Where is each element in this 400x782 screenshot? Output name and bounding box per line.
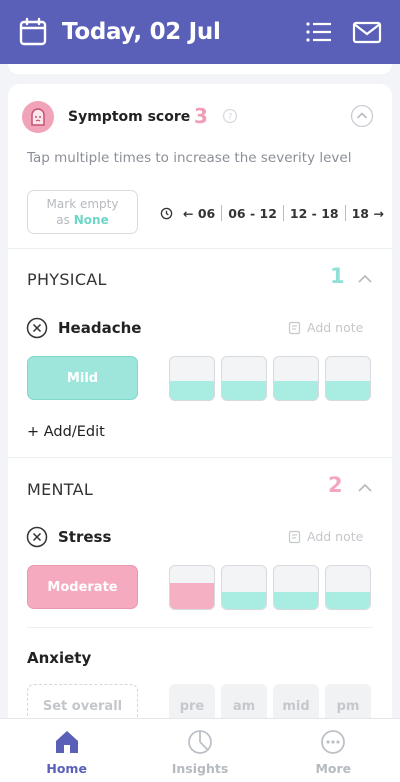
- mark-empty-button[interactable]: Mark empty as None: [27, 190, 138, 234]
- physical-section-title: PHYSICAL: [27, 270, 107, 289]
- symptom-score-title: Symptom score: [68, 109, 191, 125]
- stress-slot-0[interactable]: [169, 565, 215, 610]
- headache-severity-button[interactable]: Mild: [27, 356, 138, 400]
- time-range-selector: ← 06 06 - 12 12 - 18 18 →: [160, 205, 390, 221]
- tab-label: Home: [46, 761, 87, 776]
- severity-fill: [222, 591, 266, 609]
- mail-icon[interactable]: [352, 17, 382, 47]
- headache-slot-2[interactable]: [273, 356, 319, 401]
- insights-icon: [188, 730, 212, 754]
- chevron-up-icon[interactable]: [356, 479, 374, 497]
- tab-home[interactable]: Home: [0, 719, 133, 782]
- calendar-icon[interactable]: [18, 17, 48, 47]
- more-icon: [321, 730, 346, 754]
- page-title: Today, 02 Jul: [62, 19, 221, 45]
- time-range-1[interactable]: 06 - 12: [222, 206, 283, 221]
- severity-fill: [170, 380, 214, 400]
- add-note-stress[interactable]: Add note: [288, 529, 363, 544]
- section-divider: [8, 248, 392, 249]
- severity-fill: [274, 591, 318, 609]
- symptom-name-anxiety: Anxiety: [27, 649, 92, 667]
- symptom-name-headache: Headache: [58, 319, 142, 337]
- stress-severity-button[interactable]: Moderate: [27, 565, 138, 609]
- stress-slot-3[interactable]: [325, 565, 371, 610]
- app-header: Today, 02 Jul: [0, 0, 400, 64]
- severity-hint: Tap multiple times to increase the sever…: [27, 150, 352, 166]
- item-divider: [27, 627, 373, 628]
- chevron-up-icon[interactable]: [356, 270, 374, 288]
- headache-slot-3[interactable]: [325, 356, 371, 401]
- headache-slot-0[interactable]: [169, 356, 215, 401]
- severity-fill: [326, 380, 370, 400]
- physical-count: 1: [330, 264, 345, 288]
- symptom-face-icon: [22, 101, 54, 133]
- mental-section-title: MENTAL: [27, 480, 94, 499]
- symptom-card: Symptom score 3 ? Tap multiple times to …: [8, 84, 392, 782]
- clock-icon: [160, 207, 173, 219]
- info-icon[interactable]: ?: [222, 108, 238, 124]
- add-note-headache[interactable]: Add note: [288, 320, 363, 335]
- tab-label: More: [315, 761, 352, 776]
- headache-slot-1[interactable]: [221, 356, 267, 401]
- severity-fill: [326, 591, 370, 609]
- collapse-icon[interactable]: [350, 104, 374, 128]
- previous-card-edge: [8, 64, 392, 74]
- remove-headache-icon[interactable]: [26, 317, 48, 339]
- note-icon: [288, 530, 301, 543]
- stress-slot-1[interactable]: [221, 565, 267, 610]
- section-divider: [8, 457, 392, 458]
- symptom-name-stress: Stress: [58, 528, 112, 546]
- add-edit-link[interactable]: + Add/Edit: [27, 424, 105, 440]
- svg-text:?: ?: [228, 113, 233, 123]
- severity-fill: [170, 583, 214, 609]
- list-icon[interactable]: [304, 17, 334, 47]
- home-icon: [55, 731, 78, 753]
- tab-more[interactable]: More: [267, 719, 400, 782]
- severity-fill: [222, 380, 266, 400]
- note-icon: [288, 321, 301, 334]
- symptom-score-value: 3: [194, 104, 208, 128]
- time-range-2[interactable]: 12 - 18: [284, 206, 345, 221]
- tab-label: Insights: [171, 761, 229, 776]
- remove-stress-icon[interactable]: [26, 526, 48, 548]
- time-range-0[interactable]: ← 06: [177, 206, 221, 221]
- tab-insights[interactable]: Insights: [133, 719, 266, 782]
- time-range-3[interactable]: 18 →: [346, 206, 390, 221]
- stress-slot-2[interactable]: [273, 565, 319, 610]
- severity-fill: [274, 380, 318, 400]
- mental-count: 2: [328, 473, 343, 497]
- bottom-tab-bar: Home Insights More: [0, 718, 400, 782]
